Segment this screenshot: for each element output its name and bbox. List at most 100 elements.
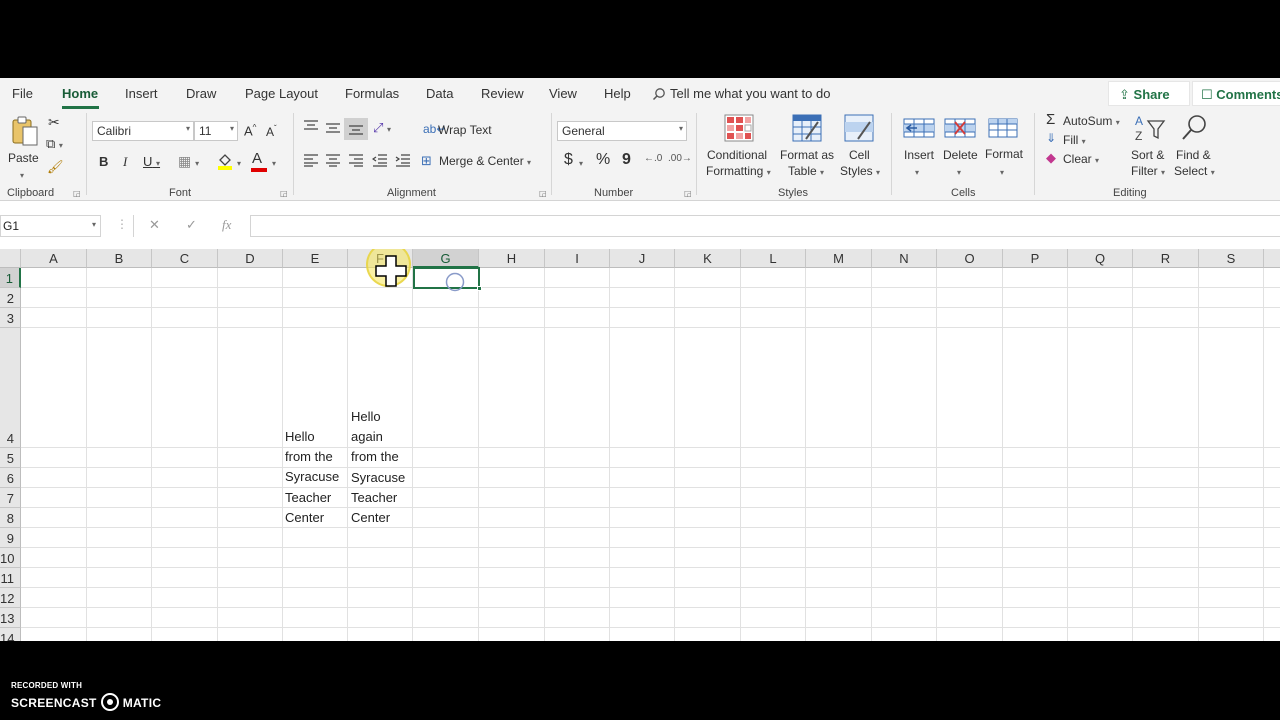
format-label[interactable]: Format: [985, 146, 1023, 162]
conditional-formatting-label-2[interactable]: Formatting ▾: [706, 163, 771, 181]
font-color-button[interactable]: A: [252, 150, 262, 167]
font-size-combo[interactable]: 11 ▾: [194, 121, 238, 141]
column-header-g[interactable]: G: [413, 249, 479, 268]
tab-help[interactable]: Help: [604, 86, 631, 101]
sort-filter-icon[interactable]: A Z: [1134, 113, 1166, 143]
font-color-caret[interactable]: ▾: [272, 155, 276, 169]
row-header-12[interactable]: 12: [0, 588, 21, 608]
column-header-k[interactable]: K: [675, 249, 741, 268]
cell-styles-label-2[interactable]: Styles ▾: [840, 163, 880, 181]
row-header-2[interactable]: 2: [0, 288, 21, 308]
insert-cells-icon[interactable]: [903, 115, 935, 141]
decrease-indent-icon[interactable]: [372, 153, 388, 167]
increase-indent-icon[interactable]: [395, 153, 411, 167]
increase-decimal-icon[interactable]: ←.0: [644, 153, 662, 164]
underline-button[interactable]: U ▾: [143, 154, 160, 169]
find-select-label-2[interactable]: Select ▾: [1174, 163, 1215, 181]
row-header-5[interactable]: 5: [0, 448, 21, 468]
format-as-table-label-1[interactable]: Format as: [780, 147, 834, 163]
paste-caret[interactable]: ▾: [20, 166, 24, 184]
conditional-formatting-icon[interactable]: [724, 114, 754, 142]
column-header-r[interactable]: R: [1133, 249, 1199, 268]
alignment-launcher-icon[interactable]: ◲: [539, 189, 547, 198]
column-header-o[interactable]: O: [937, 249, 1003, 268]
align-center-icon[interactable]: [325, 153, 341, 167]
row-header-4[interactable]: 4: [0, 328, 21, 448]
format-cells-icon[interactable]: [988, 115, 1018, 141]
fill-handle[interactable]: [477, 286, 482, 291]
font-name-combo[interactable]: Calibri ▾: [92, 121, 194, 141]
tab-page-layout[interactable]: Page Layout: [245, 86, 318, 101]
column-header-e[interactable]: E: [283, 249, 348, 268]
insert-caret[interactable]: ▾: [915, 163, 919, 181]
cancel-icon[interactable]: ✕: [149, 217, 160, 233]
column-header-s[interactable]: S: [1199, 249, 1264, 268]
align-top-icon[interactable]: [303, 119, 319, 133]
column-header-partial[interactable]: [1264, 249, 1280, 268]
row-header-6[interactable]: 6: [0, 468, 21, 488]
column-header-b[interactable]: B: [87, 249, 152, 268]
tab-home[interactable]: Home: [62, 86, 98, 101]
wrap-text-label[interactable]: Wrap Text: [438, 123, 492, 137]
format-as-table-icon[interactable]: [792, 114, 822, 142]
fill-color-caret[interactable]: ▾: [237, 155, 241, 169]
tell-me-search[interactable]: Tell me what you want to do: [652, 86, 830, 101]
column-header-l[interactable]: L: [741, 249, 806, 268]
cut-icon[interactable]: ✂: [48, 114, 60, 131]
column-header-n[interactable]: N: [872, 249, 937, 268]
format-painter-icon[interactable]: 🖌: [47, 159, 64, 175]
align-bottom-icon[interactable]: [348, 122, 364, 136]
clipboard-launcher-icon[interactable]: ◲: [73, 189, 81, 198]
share-button[interactable]: ⇪ Share: [1108, 81, 1190, 106]
column-header-m[interactable]: M: [806, 249, 872, 268]
column-header-j[interactable]: J: [610, 249, 675, 268]
number-launcher-icon[interactable]: ◲: [684, 189, 692, 198]
insert-function-icon[interactable]: fx: [222, 217, 231, 233]
paste-label[interactable]: Paste: [8, 150, 39, 166]
comments-button[interactable]: ☐ Comments: [1192, 81, 1280, 106]
borders-icon[interactable]: ▦ ▾: [178, 153, 199, 170]
tab-file[interactable]: File: [12, 86, 33, 101]
font-launcher-icon[interactable]: ◲: [280, 189, 288, 198]
format-caret[interactable]: ▾: [1000, 163, 1004, 181]
merge-center-icon[interactable]: ⊞: [421, 153, 432, 169]
grow-font-button[interactable]: A^: [244, 123, 256, 138]
conditional-formatting-label-1[interactable]: Conditional: [707, 147, 767, 163]
row-header-11[interactable]: 11: [0, 568, 21, 588]
worksheet-grid[interactable]: ABCDEFGHIJKLMNOPQRS 1234567891011121314 …: [0, 249, 1280, 641]
align-right-icon[interactable]: [348, 153, 364, 167]
fill-label[interactable]: Fill ▾: [1063, 133, 1086, 147]
column-header-q[interactable]: Q: [1068, 249, 1133, 268]
sort-filter-label-2[interactable]: Filter ▾: [1131, 163, 1165, 181]
formula-bar-grip-icon[interactable]: ⋮: [116, 217, 128, 231]
number-format-combo[interactable]: General ▾: [557, 121, 687, 141]
row-header-10[interactable]: 10: [0, 548, 21, 568]
currency-caret[interactable]: ▾: [579, 155, 583, 169]
align-middle-icon[interactable]: [325, 121, 341, 135]
column-header-h[interactable]: H: [479, 249, 545, 268]
bold-button[interactable]: B: [99, 154, 108, 169]
fill-down-icon[interactable]: ⇓: [1046, 131, 1056, 145]
find-select-icon[interactable]: [1180, 113, 1210, 143]
column-header-c[interactable]: C: [152, 249, 218, 268]
row-header-9[interactable]: 9: [0, 528, 21, 548]
italic-button[interactable]: I: [123, 154, 127, 170]
paste-icon[interactable]: [9, 115, 41, 147]
column-header-a[interactable]: A: [21, 249, 87, 268]
cell-styles-icon[interactable]: [844, 114, 874, 142]
autosum-icon[interactable]: Σ: [1046, 111, 1055, 128]
copy-icon[interactable]: ⧉ ▾: [46, 136, 63, 152]
column-header-p[interactable]: P: [1003, 249, 1068, 268]
percent-button[interactable]: %: [596, 151, 610, 169]
tab-view[interactable]: View: [549, 86, 577, 101]
column-header-d[interactable]: D: [218, 249, 283, 268]
column-header-i[interactable]: I: [545, 249, 610, 268]
find-select-label-1[interactable]: Find &: [1176, 147, 1211, 163]
insert-label[interactable]: Insert: [904, 147, 934, 163]
tab-review[interactable]: Review: [481, 86, 524, 101]
currency-button[interactable]: $: [564, 151, 573, 169]
orientation-icon[interactable]: ⤢ ▾: [373, 120, 391, 136]
row-header-8[interactable]: 8: [0, 508, 21, 528]
comma-style-button[interactable]: 9: [622, 151, 631, 169]
name-box[interactable]: G1 ▾: [0, 215, 101, 237]
